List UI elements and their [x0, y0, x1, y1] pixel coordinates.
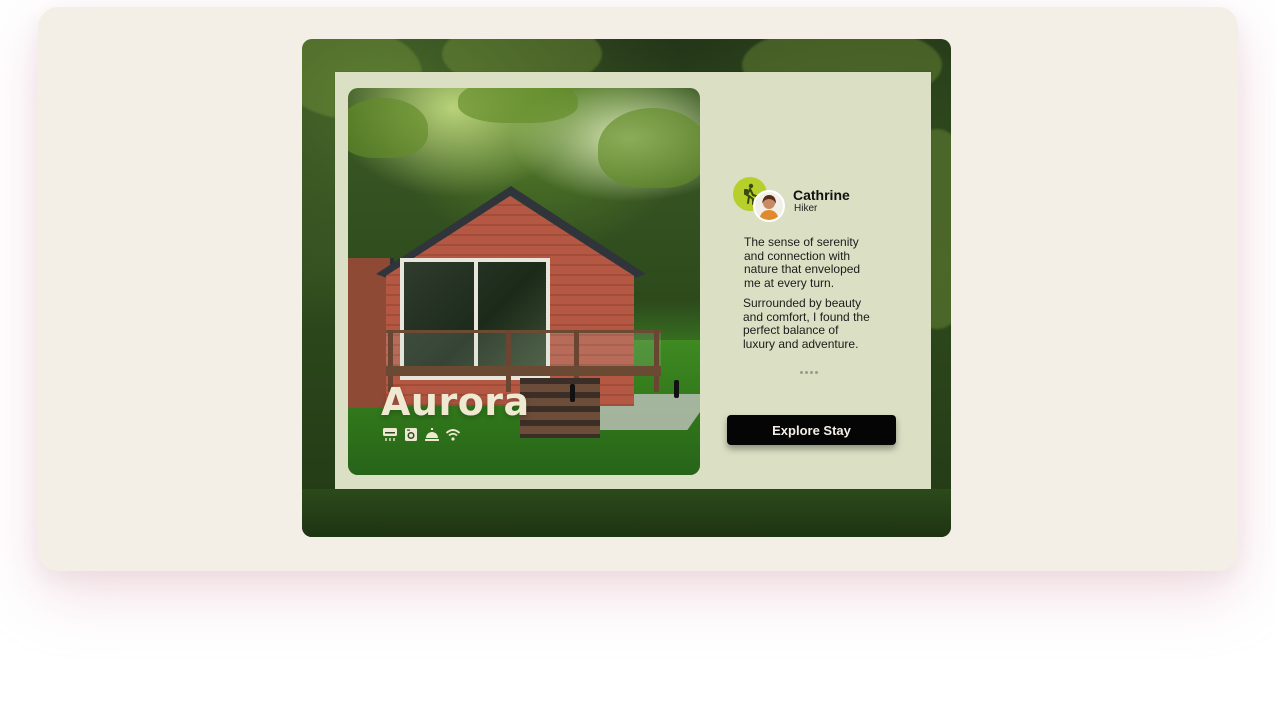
garden-lamp	[570, 384, 575, 402]
amenity-icons	[382, 427, 461, 442]
reviewer-name: Cathrine	[793, 187, 850, 203]
washing-machine-icon	[403, 427, 419, 442]
lawn-strip	[302, 489, 951, 537]
wifi-icon	[445, 427, 461, 442]
page: Aurora Cathrine Hiker The sense of seren…	[0, 0, 1276, 703]
avatar	[753, 190, 785, 222]
testimonial-paragraph: Surrounded by beauty and comfort, I foun…	[743, 296, 870, 351]
carousel-dot[interactable]	[810, 371, 813, 374]
reviewer-profile: Cathrine Hiker	[733, 177, 903, 225]
carousel-dot[interactable]	[815, 371, 818, 374]
garden-lamp	[674, 380, 679, 398]
palm-leaves	[458, 88, 578, 123]
stay-name: Aurora	[381, 380, 530, 424]
reviewer-role: Hiker	[794, 203, 818, 214]
testimonial-paragraph: The sense of serenity and connection wit…	[744, 235, 861, 290]
carousel-dot[interactable]	[805, 371, 808, 374]
explore-stay-button[interactable]: Explore Stay	[727, 415, 896, 445]
air-conditioner-icon	[382, 427, 398, 442]
carousel-dots	[800, 371, 818, 374]
deck-post	[654, 330, 659, 392]
carousel-dot[interactable]	[800, 371, 803, 374]
cabin	[348, 148, 700, 438]
deck-steps	[520, 378, 600, 438]
deck	[386, 366, 661, 376]
room-service-bell-icon	[424, 427, 440, 442]
